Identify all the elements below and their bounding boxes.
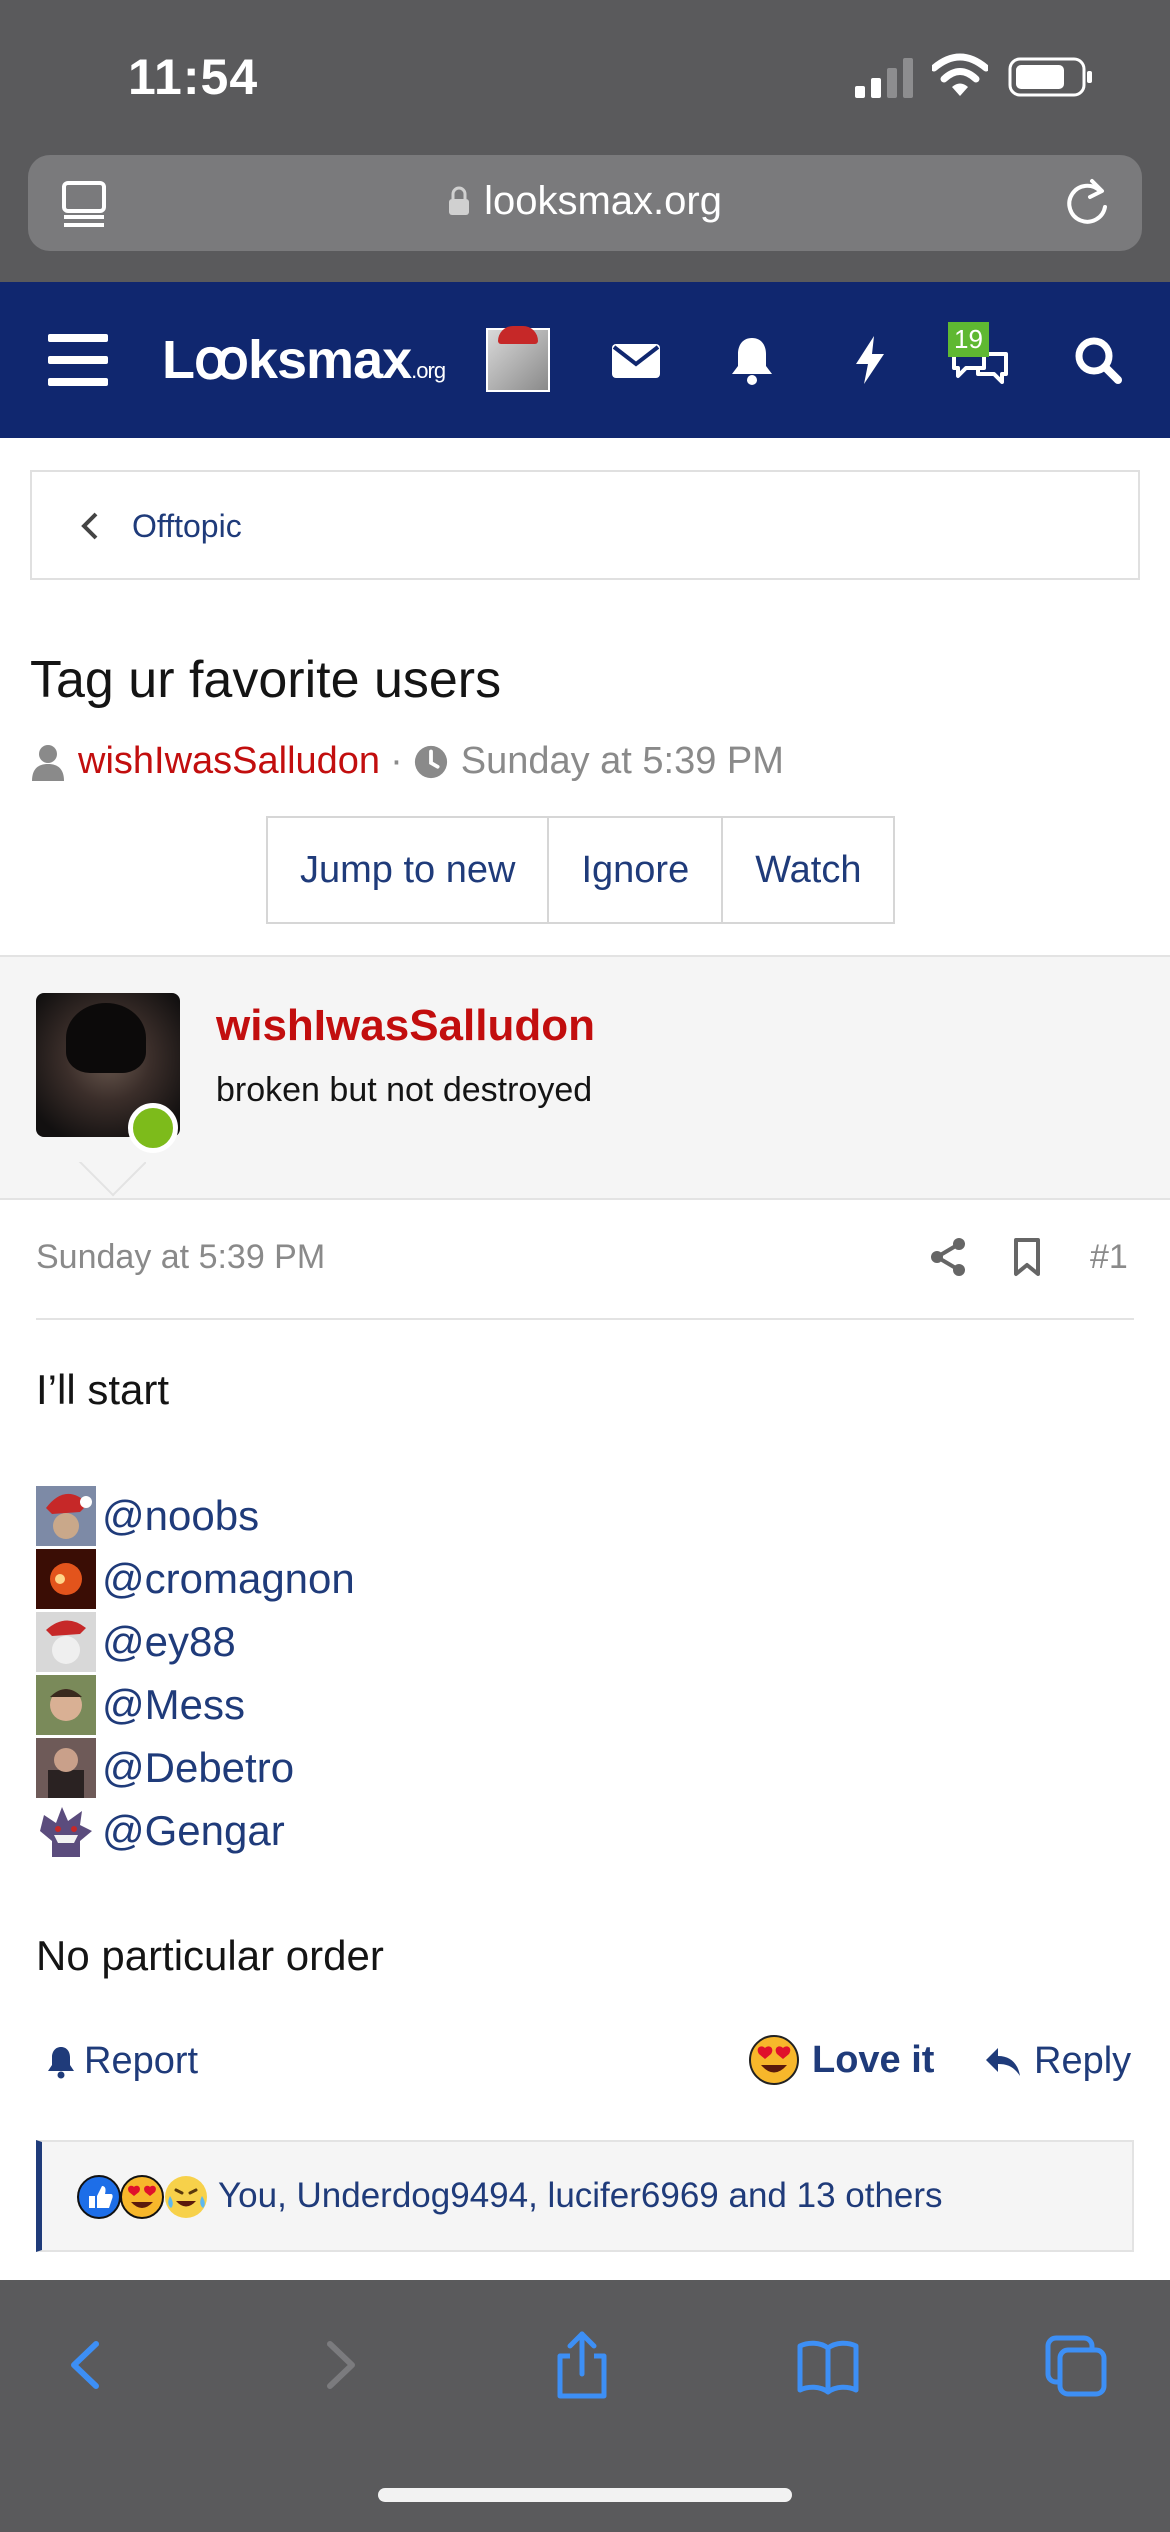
reply-button[interactable]: Reply bbox=[984, 2040, 1131, 2083]
mention-avatar bbox=[36, 1738, 96, 1798]
browser-top-bar: 11:54 looksmax.org bbox=[0, 0, 1170, 282]
jump-to-new-button[interactable]: Jump to new bbox=[268, 818, 550, 922]
report-button[interactable]: Report bbox=[46, 2040, 198, 2083]
share-sheet-icon[interactable] bbox=[550, 2330, 614, 2400]
thread-title: Tag ur favorite users bbox=[30, 651, 502, 709]
status-time: 11:54 bbox=[128, 49, 259, 105]
address-bar[interactable]: looksmax.org bbox=[28, 155, 1142, 251]
lock-icon bbox=[449, 186, 470, 215]
thread-meta: wishIwasSalludon · Sunday at 5:39 PM bbox=[30, 740, 784, 783]
ignore-button[interactable]: Ignore bbox=[549, 818, 724, 922]
thread-author[interactable]: wishIwasSalludon bbox=[78, 740, 380, 783]
post-outro: No particular order bbox=[36, 1932, 384, 1979]
bookmark-icon[interactable] bbox=[1010, 1236, 1044, 1278]
breadcrumb[interactable]: Offtopic bbox=[30, 470, 1140, 580]
mention-item[interactable]: @noobs bbox=[36, 1486, 259, 1546]
battery-icon bbox=[1008, 57, 1092, 97]
search-icon[interactable] bbox=[1070, 332, 1126, 388]
forward-icon[interactable] bbox=[306, 2330, 370, 2400]
thread-date: Sunday at 5:39 PM bbox=[460, 740, 784, 782]
mention-avatar bbox=[36, 1549, 96, 1609]
forum-header: Lꝏksmax.org 19 bbox=[0, 282, 1170, 438]
mention-avatar bbox=[36, 1612, 96, 1672]
love-reaction-icon bbox=[120, 2175, 164, 2219]
user-block-pointer bbox=[78, 1162, 146, 1198]
envelope-icon[interactable] bbox=[608, 332, 664, 388]
mention-avatar bbox=[36, 1486, 96, 1546]
mention-avatar bbox=[36, 1801, 96, 1861]
url-display[interactable]: looksmax.org bbox=[28, 179, 1142, 224]
online-indicator bbox=[128, 1103, 178, 1153]
reaction-icons bbox=[77, 2175, 207, 2219]
mention-item[interactable]: @ey88 bbox=[36, 1612, 236, 1672]
site-logo[interactable]: Lꝏksmax.org bbox=[162, 328, 446, 391]
bell-icon bbox=[48, 2046, 74, 2078]
mention-item[interactable]: @Debetro bbox=[36, 1738, 294, 1798]
thread-actions: Jump to new Ignore Watch bbox=[266, 816, 896, 924]
reactions-summary[interactable]: You, Underdog9494, lucifer6969 and 13 ot… bbox=[36, 2140, 1134, 2252]
conversations-badge: 19 bbox=[948, 322, 989, 357]
tabs-icon[interactable] bbox=[1044, 2330, 1108, 2400]
post-intro: I’ll start bbox=[36, 1366, 170, 1413]
watch-button[interactable]: Watch bbox=[723, 818, 893, 922]
clock-icon bbox=[414, 745, 447, 778]
breadcrumb-label[interactable]: Offtopic bbox=[132, 508, 242, 545]
mention-item[interactable]: @Gengar bbox=[36, 1801, 285, 1861]
post-user-block: wishIwasSalludon broken but not destroye… bbox=[0, 955, 1170, 1200]
user-icon bbox=[32, 744, 64, 781]
back-icon[interactable] bbox=[56, 2330, 120, 2400]
url-text: looksmax.org bbox=[484, 179, 722, 223]
meta-separator: · bbox=[390, 740, 403, 782]
cellular-signal-icon bbox=[855, 58, 913, 98]
reload-icon[interactable] bbox=[1062, 177, 1112, 229]
share-icon[interactable] bbox=[928, 1236, 968, 1278]
post-user-title: broken but not destroyed bbox=[216, 1071, 593, 1109]
bookmarks-icon[interactable] bbox=[796, 2330, 860, 2400]
like-reaction-icon bbox=[77, 2175, 121, 2219]
mention-avatar bbox=[36, 1675, 96, 1735]
post-number[interactable]: #1 bbox=[1090, 1238, 1128, 1277]
bell-icon[interactable] bbox=[724, 332, 780, 388]
reactions-text[interactable]: You, Underdog9494, lucifer6969 and 13 ot… bbox=[218, 2176, 943, 2216]
mention-item[interactable]: @Mess bbox=[36, 1675, 245, 1735]
post-divider bbox=[36, 1318, 1134, 1320]
post-username[interactable]: wishIwasSalludon bbox=[216, 1001, 595, 1051]
home-indicator bbox=[378, 2488, 792, 2502]
heart-eyes-emoji-icon bbox=[749, 2035, 799, 2085]
chevron-left-icon bbox=[81, 512, 98, 540]
wifi-icon bbox=[932, 53, 988, 96]
account-avatar[interactable] bbox=[486, 326, 550, 392]
laugh-reaction-icon bbox=[165, 2176, 207, 2218]
lightning-bolt-icon[interactable] bbox=[842, 332, 898, 388]
menu-icon[interactable] bbox=[48, 334, 108, 386]
reply-arrow-icon bbox=[986, 2047, 1020, 2076]
love-it-button[interactable]: Love it bbox=[748, 2034, 934, 2086]
mention-item[interactable]: @cromagnon bbox=[36, 1549, 355, 1609]
post-date[interactable]: Sunday at 5:39 PM bbox=[36, 1238, 325, 1277]
